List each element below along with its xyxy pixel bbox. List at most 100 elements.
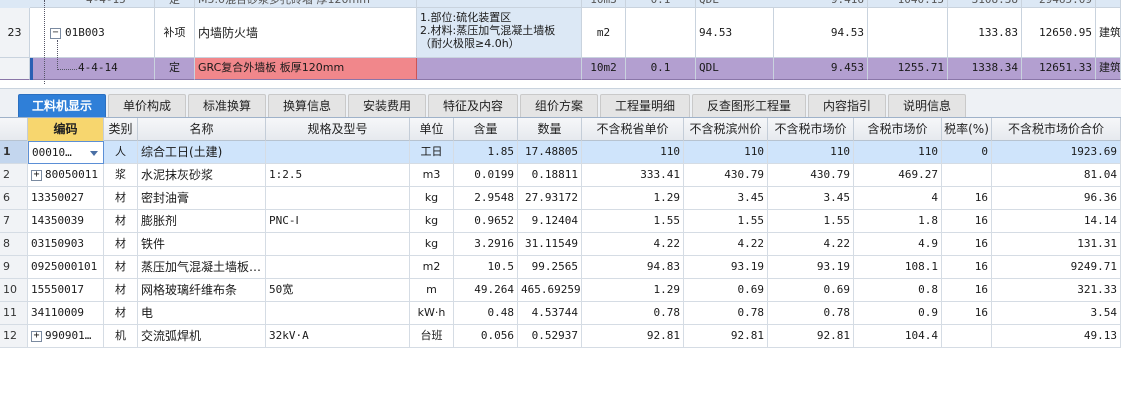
header-market-price-tax[interactable]: 含税市场价 <box>854 118 942 141</box>
resource-name: 铁件 <box>138 233 266 256</box>
resource-market-total: 96.36 <box>992 187 1121 210</box>
tab-conversion-info[interactable]: 换算信息 <box>268 94 346 117</box>
resource-category: 机 <box>104 325 138 348</box>
table-row[interactable]: 4-4-15 定 M5.0混合砂浆多孔砖墙 厚120mm 10m3 0.1 QD… <box>0 0 1121 8</box>
resource-quantity-text: 99.2565 <box>531 260 578 273</box>
resource-content: 0.48 <box>454 302 518 325</box>
resource-unit: m <box>410 279 454 302</box>
item-name: 内墙防火墙 <box>195 8 417 58</box>
resource-category: 人 <box>104 141 138 164</box>
resource-name: 电 <box>138 302 266 325</box>
table-row-selected[interactable]: 1 00010… 人 综合工日(土建) 工日 1.85 17.48805 110 110 110 1… <box>0 141 1121 164</box>
resource-unit-text: kg <box>424 191 439 204</box>
table-row[interactable]: 2 +80050011 浆 水泥抹灰砂浆 1:2.5 m3 0.0199 0.18811 333… <box>0 164 1121 187</box>
resource-tax-rate-text: 16 <box>974 237 988 250</box>
header-unit[interactable]: 单位 <box>410 118 454 141</box>
header-spec[interactable]: 规格及型号 <box>266 118 410 141</box>
header-quantity[interactable]: 数量 <box>518 118 582 141</box>
resource-quantity: 31.11549 <box>518 233 582 256</box>
header-category[interactable]: 类别 <box>104 118 138 141</box>
header-market-price[interactable]: 不含税市场价 <box>768 118 854 141</box>
resource-code[interactable]: 14350039 <box>28 210 104 233</box>
header-code[interactable]: 编码 <box>28 118 104 141</box>
resource-quantity: 17.48805 <box>518 141 582 164</box>
header-name[interactable]: 名称 <box>138 118 266 141</box>
tab-pricing-scheme[interactable]: 组价方案 <box>520 94 598 117</box>
header-content[interactable]: 含量 <box>454 118 518 141</box>
resource-market-price: 110 <box>768 141 854 164</box>
resource-binzhou-price-text: 0.78 <box>737 306 765 319</box>
resource-unit-text: kW·h <box>417 306 446 319</box>
resource-code[interactable]: 34110009 <box>28 302 104 325</box>
table-row[interactable]: 11 34110009 材 电 kW·h 0.48 4.53744 0.78 0.78 0.78 0… <box>0 302 1121 325</box>
resource-unit: m3 <box>410 164 454 187</box>
tab-content-guide[interactable]: 内容指引 <box>808 94 886 117</box>
dropdown-arrow-icon[interactable] <box>90 151 98 156</box>
tab-unit-price-composition[interactable]: 单价构成 <box>108 94 186 117</box>
resource-market-price-text: 3.45 <box>823 191 851 204</box>
header-tax-rate[interactable]: 税率(%) <box>942 118 992 141</box>
resource-code[interactable]: 15550017 <box>28 279 104 302</box>
resource-tax-rate: 0 <box>942 141 992 164</box>
tab-standard-conversion[interactable]: 标准换算 <box>188 94 266 117</box>
resource-market-price-tax: 104.4 <box>854 325 942 348</box>
item-unit: m2 <box>582 8 626 58</box>
resource-market-price: 3.45 <box>768 187 854 210</box>
resource-code[interactable]: 13350027 <box>28 187 104 210</box>
item-qty: 9.453 <box>774 58 868 80</box>
tab-quantity-details[interactable]: 工程量明细 <box>600 94 690 117</box>
tab-description-info[interactable]: 说明信息 <box>888 94 966 117</box>
table-row-selected[interactable]: 4-4-14 定 GRC复合外墙板 板厚120mm 10m2 0.1 QDL 9… <box>0 58 1121 80</box>
detail-tabs: 工料机显示 单价构成 标准换算 换算信息 安装费用 特征及内容 组价方案 工程量… <box>0 88 1121 118</box>
table-row[interactable]: 23 −01B003 补项 内墙防火墙 1.部位:硫化装置区 2.材料:蒸压加气… <box>0 8 1121 58</box>
resource-code[interactable]: 00010… <box>28 141 104 164</box>
table-row[interactable]: 12 +990901… 机 交流弧焊机 32kV·A 台班 0.056 0.52937 92.8… <box>0 325 1121 348</box>
resource-code-text: 03150903 <box>31 237 84 250</box>
resource-spec-text: 1:2.5 <box>269 168 303 181</box>
resource-code[interactable]: +80050011 <box>28 164 104 187</box>
item-name[interactable]: GRC复合外墙板 板厚120mm <box>195 58 417 80</box>
resource-spec-text: 32kV·A <box>269 329 309 342</box>
tab-features-content[interactable]: 特征及内容 <box>428 94 518 117</box>
table-row[interactable]: 6 13350027 材 密封油膏 kg 2.9548 27.93172 1.29 3.45 3.… <box>0 187 1121 210</box>
resource-market-total: 1923.69 <box>992 141 1121 164</box>
table-row[interactable]: 8 03150903 材 铁件 kg 3.2916 31.11549 4.22 4.22 4.22… <box>0 233 1121 256</box>
expand-icon[interactable]: + <box>31 330 42 342</box>
header-binzhou-price[interactable]: 不含税滨州价 <box>684 118 768 141</box>
resource-provincial-price-text: 94.83 <box>646 260 680 273</box>
resource-name-text: 综合工日(土建) <box>141 145 223 159</box>
resource-market-price-text: 110 <box>830 145 850 158</box>
collapse-icon[interactable]: − <box>50 27 61 39</box>
resource-market-total: 3.54 <box>992 302 1121 325</box>
header-market-total[interactable]: 不含税市场价合价 <box>992 118 1121 141</box>
resource-binzhou-price: 92.81 <box>684 325 768 348</box>
resource-market-total: 9249.71 <box>992 256 1121 279</box>
item-qty-expr: 0.1 <box>626 58 696 80</box>
table-row[interactable]: 9 0925000101 材 蒸压加气混凝土墙板… m2 10.5 99.2565 94.83… <box>0 256 1121 279</box>
row-number: 7 <box>0 210 28 233</box>
resource-content: 2.9548 <box>454 187 518 210</box>
resource-code[interactable]: +990901… <box>28 325 104 348</box>
item-unit-price <box>868 8 948 58</box>
table-row[interactable]: 7 14350039 材 膨胀剂 PNC-Ⅰ kg 0.9652 9.12404 1.55 1.5… <box>0 210 1121 233</box>
resource-market-price-tax-text: 4 <box>931 191 938 204</box>
resource-quantity-text: 0.18811 <box>531 168 578 181</box>
resource-binzhou-price: 430.79 <box>684 164 768 187</box>
tab-reverse-lookup-quantity[interactable]: 反查图形工程量 <box>692 94 806 117</box>
tab-installation-cost[interactable]: 安装费用 <box>348 94 426 117</box>
resource-category: 材 <box>104 187 138 210</box>
table-row[interactable]: 10 15550017 材 网格玻璃纤维布条 50宽 m 49.264 465.69259 1.… <box>0 279 1121 302</box>
resource-code[interactable]: 03150903 <box>28 233 104 256</box>
item-type: 定 <box>155 58 195 80</box>
resource-quantity: 0.52937 <box>518 325 582 348</box>
resource-content-text: 1.85 <box>487 145 515 158</box>
header-provincial-price[interactable]: 不含税省单价 <box>582 118 684 141</box>
item-unit-price: 1040.15 <box>868 0 948 8</box>
tab-labor-material-machine[interactable]: 工料机显示 <box>18 94 106 117</box>
resource-content: 49.264 <box>454 279 518 302</box>
resource-quantity-text: 0.52937 <box>531 329 578 342</box>
item-unit: 10m2 <box>582 58 626 80</box>
expand-icon[interactable]: + <box>31 169 42 181</box>
resource-code[interactable]: 0925000101 <box>28 256 104 279</box>
resource-category: 材 <box>104 210 138 233</box>
